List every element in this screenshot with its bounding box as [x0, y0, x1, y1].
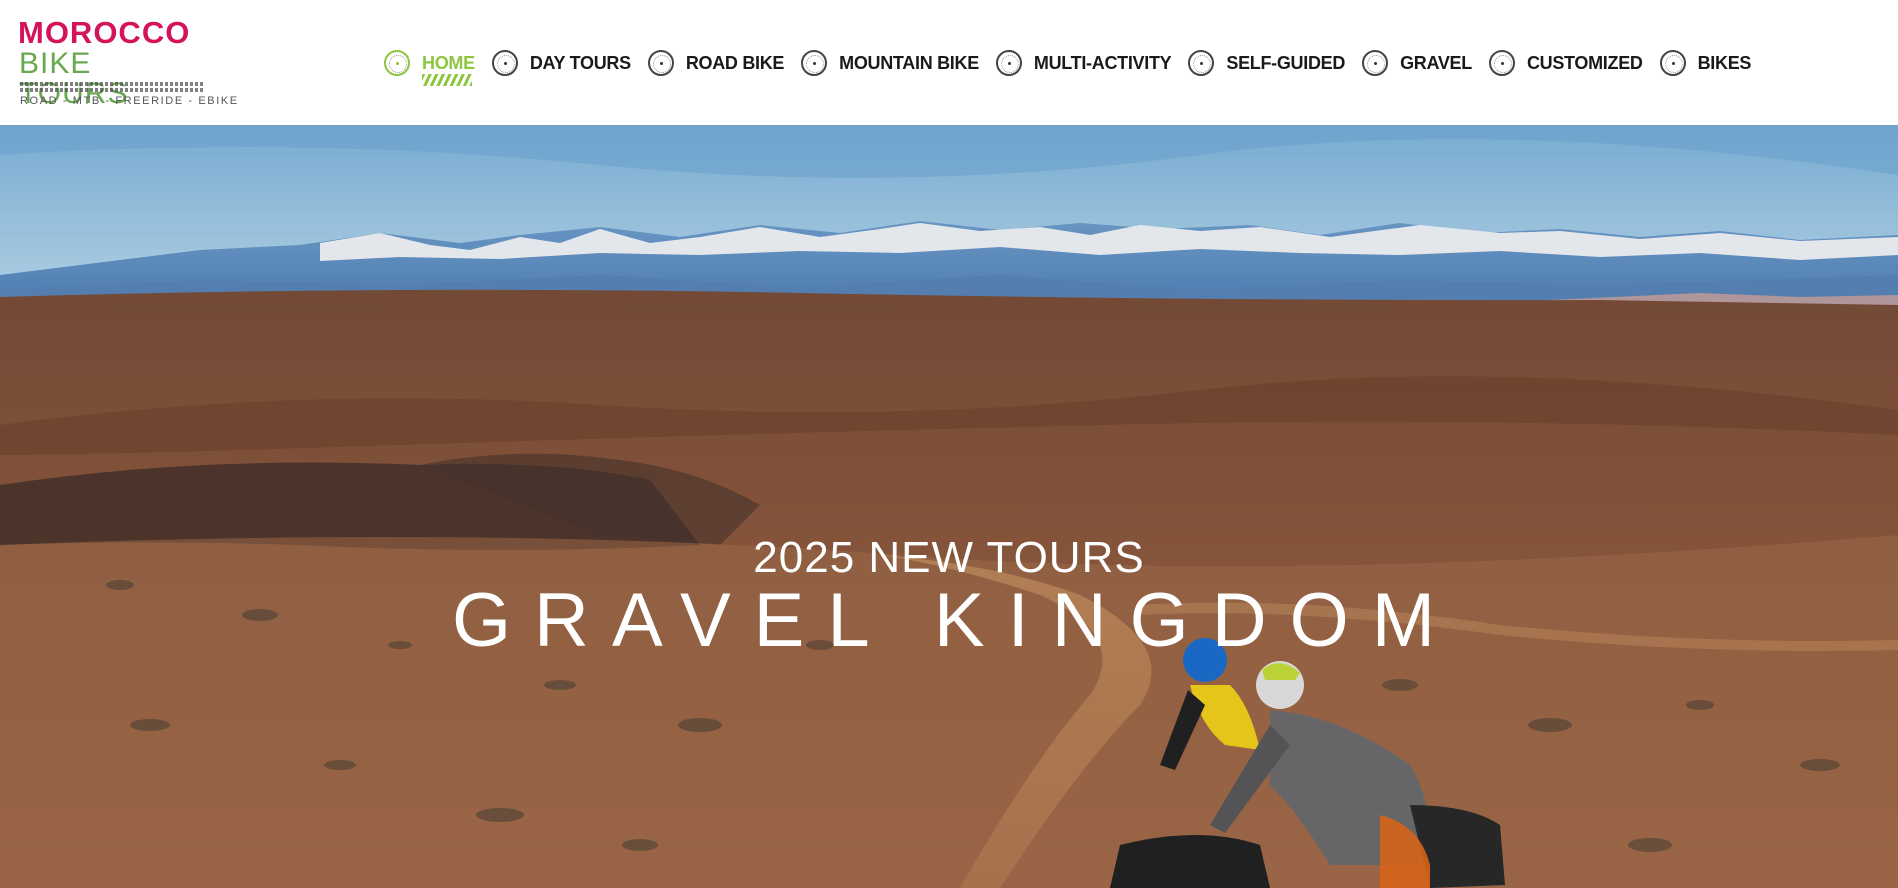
nav-item-multi-activity[interactable]: MULTI-ACTIVITY [995, 50, 1172, 76]
wheel-icon [801, 50, 828, 76]
nav-item-home[interactable]: HOME [384, 50, 475, 86]
nav-label: HOME [422, 52, 475, 73]
nav-item-gravel[interactable]: GRAVEL [1362, 50, 1472, 76]
main-nav: HOME DAY TOURS ROAD BIKE MOUNTAIN BIKE M… [384, 48, 1768, 86]
nav-item-customized[interactable]: CUSTOMIZED [1488, 50, 1643, 76]
nav-item-bikes[interactable]: BIKES [1659, 50, 1752, 76]
wheel-icon [1362, 50, 1389, 76]
tire-tread-icon [20, 82, 204, 92]
logo-brand-line1: MOROCCO [18, 15, 191, 50]
tire-tread-icon [422, 74, 472, 86]
nav-label: MOUNTAIN BIKE [839, 52, 979, 73]
wheel-icon [491, 50, 518, 76]
hero-subtitle: 2025 NEW TOURS [753, 533, 1145, 582]
wheel-icon [1488, 50, 1515, 76]
wheel-icon [1659, 50, 1686, 76]
wheel-icon [384, 50, 410, 76]
nav-label: DAY TOURS [529, 52, 631, 73]
wheel-icon [995, 50, 1022, 76]
site-header: MOROCCO BIKE TOURS ROAD - MTB - FREERIDE… [0, 0, 1898, 125]
nav-label: GRAVEL [1400, 52, 1472, 73]
nav-item-mountain-bike[interactable]: MOUNTAIN BIKE [801, 50, 979, 76]
nav-label: ROAD BIKE [685, 52, 785, 73]
hero-banner: 2025 NEW TOURS GRAVEL KINGDOM [0, 125, 1898, 888]
nav-label: CUSTOMIZED [1526, 52, 1643, 73]
site-logo[interactable]: MOROCCO BIKE TOURS ROAD - MTB - FREERIDE… [18, 15, 237, 110]
wheel-icon [647, 50, 674, 76]
nav-label: MULTI-ACTIVITY [1033, 52, 1172, 73]
hero-landscape-image [0, 125, 1898, 888]
nav-label: SELF-GUIDED [1226, 52, 1346, 73]
wheel-icon [1188, 50, 1215, 76]
hero-title: GRAVEL KINGDOM [451, 578, 1459, 663]
nav-item-day-tours[interactable]: DAY TOURS [491, 50, 631, 76]
logo-tagline: ROAD - MTB - FREERIDE - EBIKE [20, 95, 239, 107]
nav-label: BIKES [1697, 52, 1752, 73]
nav-item-self-guided[interactable]: SELF-GUIDED [1188, 50, 1345, 76]
nav-item-road-bike[interactable]: ROAD BIKE [647, 50, 785, 76]
